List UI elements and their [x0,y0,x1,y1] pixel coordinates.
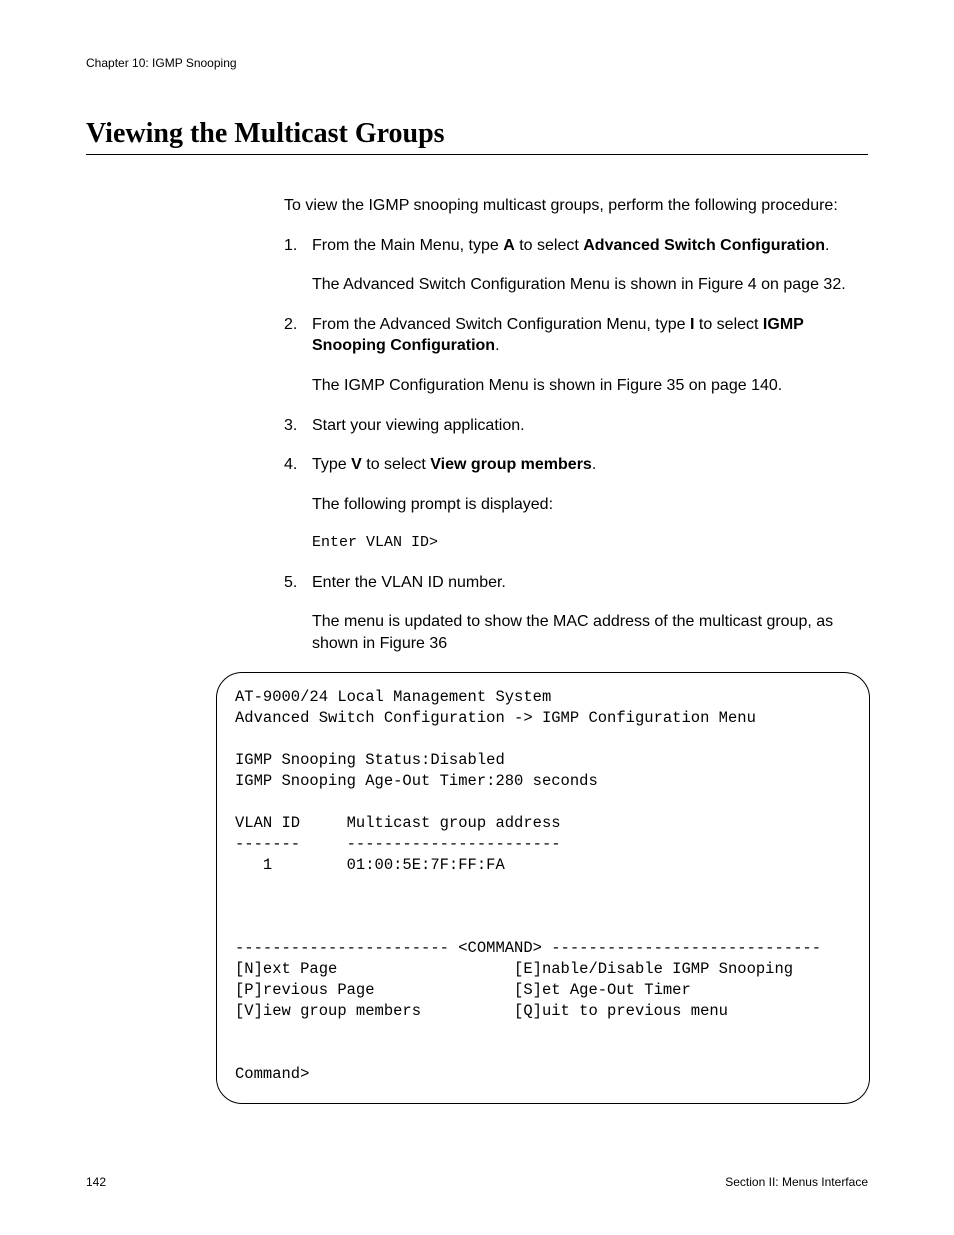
step-number: 1. [284,235,297,257]
step-text: Start your viewing application. [312,415,868,437]
step-result: The IGMP Configuration Menu is shown in … [312,375,868,397]
step-5: 5. Enter the VLAN ID number. The menu is… [284,572,868,655]
key-letter: V [351,456,362,473]
step-number: 3. [284,415,297,437]
page-footer: 142 Section II: Menus Interface [86,1175,868,1189]
text-run: to select [362,456,430,473]
text-run: to select [694,316,762,333]
menu-target: Advanced Switch Configuration [583,237,825,254]
key-letter: A [503,237,515,254]
intro-paragraph: To view the IGMP snooping multicast grou… [284,195,868,217]
chapter-header: Chapter 10: IGMP Snooping [86,56,868,70]
page-number: 142 [86,1175,106,1189]
step-3: 3. Start your viewing application. [284,415,868,437]
menu-target: View group members [430,456,592,473]
section-label: Section II: Menus Interface [725,1175,868,1189]
step-result: The Advanced Switch Configuration Menu i… [312,274,868,296]
step-number: 4. [284,454,297,476]
step-2: 2. From the Advanced Switch Configuratio… [284,314,868,397]
step-text: Enter the VLAN ID number. [312,572,868,594]
text-run: . [825,237,829,254]
procedure-steps: 1. From the Main Menu, type A to select … [284,235,868,655]
text-run: . [592,456,596,473]
step-1: 1. From the Main Menu, type A to select … [284,235,868,296]
step-text: From the Advanced Switch Configuration M… [312,314,868,357]
text-run: From the Main Menu, type [312,237,503,254]
step-number: 5. [284,572,297,594]
step-result: The menu is updated to show the MAC addr… [312,611,868,654]
step-result: The following prompt is displayed: [312,494,868,516]
title-rule [86,154,868,155]
text-run: From the Advanced Switch Configuration M… [312,316,690,333]
text-run: Type [312,456,351,473]
text-run: to select [515,237,583,254]
step-text: From the Main Menu, type A to select Adv… [312,235,868,257]
prompt-text: Enter VLAN ID> [312,533,868,553]
page-title: Viewing the Multicast Groups [86,118,868,150]
step-text: Type V to select View group members. [312,454,868,476]
body-content: To view the IGMP snooping multicast grou… [284,195,868,654]
text-run: . [495,337,499,354]
step-4: 4. Type V to select View group members. … [284,454,868,553]
terminal-screenshot: AT-9000/24 Local Management System Advan… [216,672,870,1104]
step-number: 2. [284,314,297,336]
